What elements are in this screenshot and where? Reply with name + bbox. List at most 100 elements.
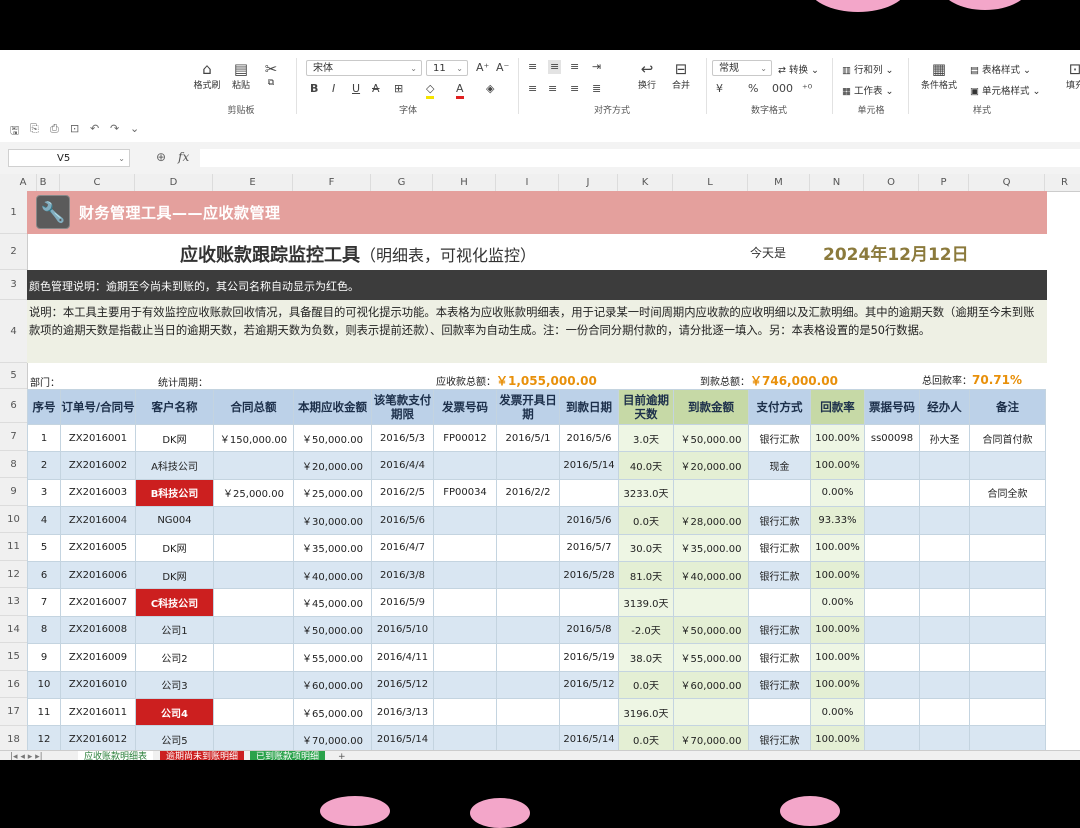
table-cell[interactable]: 4 xyxy=(27,506,61,535)
table-cell[interactable]: 2016/2/5 xyxy=(371,478,434,508)
tab-received-detail[interactable]: 已到账款项明细 xyxy=(250,751,326,760)
table-cell[interactable]: ZX2016006 xyxy=(60,560,136,590)
table-cell[interactable]: -2.0天 xyxy=(618,615,674,645)
table-cell[interactable]: 100.00% xyxy=(810,451,865,480)
table-cell[interactable]: A科技公司 xyxy=(135,451,214,480)
table-cell[interactable]: 2016/2/2 xyxy=(496,478,560,508)
table-cell[interactable] xyxy=(748,697,811,727)
table-cell[interactable]: 100.00% xyxy=(810,423,865,453)
table-cell[interactable]: ZX2016001 xyxy=(60,423,136,453)
wrap-button[interactable]: ↩ 换行 xyxy=(632,60,662,91)
table-cell[interactable] xyxy=(213,560,294,590)
column-header[interactable]: P xyxy=(919,174,969,191)
fx-icon[interactable]: fx xyxy=(178,150,189,164)
table-cell[interactable] xyxy=(919,670,970,699)
table-cell[interactable] xyxy=(919,615,970,645)
percent-icon[interactable]: % xyxy=(748,82,758,96)
table-cell[interactable]: 银行汇款 xyxy=(748,615,811,645)
table-cell[interactable] xyxy=(496,588,560,617)
table-cell[interactable]: ZX2016009 xyxy=(60,643,136,672)
table-cell[interactable]: 2016/5/6 xyxy=(559,423,619,453)
table-cell[interactable] xyxy=(969,615,1046,645)
thousands-icon[interactable]: 000 xyxy=(772,82,793,96)
table-cell[interactable]: ￥30,000.00 xyxy=(293,506,372,535)
table-cell[interactable]: ￥20,000.00 xyxy=(673,451,749,480)
column-header[interactable]: Q xyxy=(969,174,1045,191)
table-cell[interactable]: 0.00% xyxy=(810,588,865,617)
column-header[interactable]: N xyxy=(810,174,864,191)
table-cell[interactable]: DK网 xyxy=(135,560,214,590)
table-cell[interactable] xyxy=(559,588,619,617)
print-icon[interactable]: ⎙ xyxy=(50,122,59,136)
table-cell[interactable]: 3196.0天 xyxy=(618,697,674,727)
table-cell[interactable]: 2016/5/6 xyxy=(371,506,434,535)
table-cell[interactable]: 1 xyxy=(27,423,61,453)
table-cell[interactable]: ￥28,000.00 xyxy=(673,506,749,535)
cell-style-button[interactable]: ▣ 单元格样式 ⌄ xyxy=(970,83,1041,97)
table-cell[interactable]: 公司1 xyxy=(135,615,214,645)
table-cell[interactable] xyxy=(969,506,1046,535)
row-header[interactable]: 7 xyxy=(0,423,27,451)
table-cell[interactable] xyxy=(213,451,294,480)
table-cell[interactable]: 3233.0天 xyxy=(618,478,674,508)
table-cell[interactable] xyxy=(864,697,920,727)
cut-button[interactable]: ✂ ⧉ xyxy=(256,60,286,88)
add-sheet-icon[interactable]: + xyxy=(332,751,352,760)
undo-icon[interactable]: ↶ xyxy=(90,122,99,135)
table-cell[interactable]: 9 xyxy=(27,643,61,672)
tab-receivable-detail[interactable]: 应收账款明细表 xyxy=(78,751,154,760)
column-header[interactable]: K xyxy=(618,174,673,191)
row-header[interactable]: 10 xyxy=(0,505,27,533)
table-cell[interactable] xyxy=(673,478,749,508)
align-middle-icon[interactable]: ≡ xyxy=(548,60,562,74)
table-cell[interactable] xyxy=(496,670,560,699)
column-header[interactable]: O xyxy=(864,174,919,191)
row-header[interactable]: 15 xyxy=(0,643,27,671)
table-cell[interactable]: 现金 xyxy=(748,451,811,480)
table-cell[interactable]: ￥60,000.00 xyxy=(293,670,372,699)
table-cell[interactable]: 银行汇款 xyxy=(748,506,811,535)
table-style-button[interactable]: ▤ 表格样式 ⌄ xyxy=(970,62,1031,76)
table-cell[interactable] xyxy=(919,697,970,727)
table-cell[interactable] xyxy=(969,588,1046,617)
table-cell[interactable] xyxy=(864,451,920,480)
table-cell[interactable] xyxy=(919,451,970,480)
table-cell[interactable]: ZX2016003 xyxy=(60,478,136,508)
table-cell[interactable] xyxy=(213,643,294,672)
table-cell[interactable]: 2016/5/7 xyxy=(559,533,619,562)
table-cell[interactable]: ￥50,000.00 xyxy=(673,615,749,645)
row-header[interactable]: 17 xyxy=(0,698,27,726)
table-cell[interactable]: 10 xyxy=(27,670,61,699)
row-header[interactable]: 18 xyxy=(0,725,27,753)
table-cell[interactable]: ￥40,000.00 xyxy=(673,560,749,590)
table-cell[interactable]: ￥55,000.00 xyxy=(673,643,749,672)
merge-button[interactable]: ⊟ 合并 xyxy=(666,60,696,91)
table-cell[interactable]: 5 xyxy=(27,533,61,562)
table-cell[interactable] xyxy=(919,506,970,535)
table-cell[interactable]: 2016/5/14 xyxy=(559,451,619,480)
table-cell[interactable]: 30.0天 xyxy=(618,533,674,562)
table-cell[interactable]: ￥45,000.00 xyxy=(293,588,372,617)
table-cell[interactable] xyxy=(919,643,970,672)
column-header[interactable]: L xyxy=(673,174,748,191)
column-header[interactable]: H xyxy=(433,174,496,191)
table-cell[interactable]: 2016/4/7 xyxy=(371,533,434,562)
table-cell[interactable]: 2016/4/4 xyxy=(371,451,434,480)
table-cell[interactable] xyxy=(673,588,749,617)
table-cell[interactable] xyxy=(864,670,920,699)
table-cell[interactable]: 100.00% xyxy=(810,670,865,699)
table-cell[interactable]: C科技公司 xyxy=(135,588,214,617)
table-cell[interactable]: 3 xyxy=(27,478,61,508)
preview-icon[interactable]: ⊡ xyxy=(70,122,79,135)
table-cell[interactable]: 40.0天 xyxy=(618,451,674,480)
column-header[interactable]: J xyxy=(559,174,618,191)
format-painter-button[interactable]: ⌂ 格式刷 xyxy=(192,60,222,91)
chevron-down-icon[interactable]: ⌄ xyxy=(130,122,139,135)
table-cell[interactable]: ZX2016007 xyxy=(60,588,136,617)
formula-input[interactable] xyxy=(200,149,1080,167)
clear-format-icon[interactable]: ◈ xyxy=(486,82,494,96)
table-cell[interactable]: 3.0天 xyxy=(618,423,674,453)
table-cell[interactable] xyxy=(864,588,920,617)
table-cell[interactable] xyxy=(969,670,1046,699)
table-cell[interactable]: 2016/5/6 xyxy=(559,506,619,535)
